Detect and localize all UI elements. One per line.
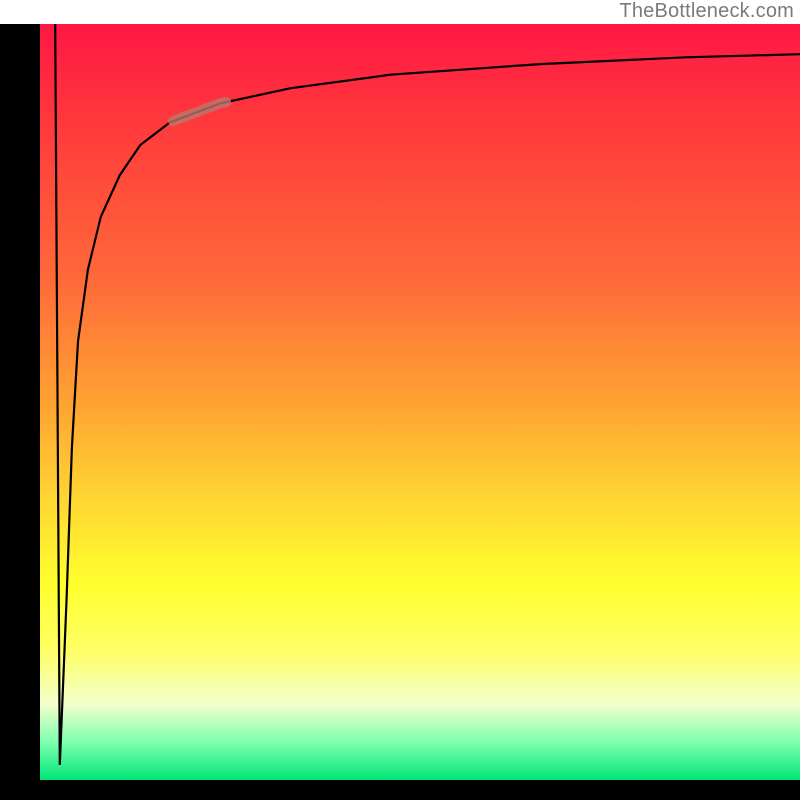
chart-frame: TheBottleneck.com <box>0 0 800 800</box>
attribution-text: TheBottleneck.com <box>619 0 794 23</box>
bottleneck-curve <box>55 24 800 765</box>
axis-left-bar <box>0 24 40 780</box>
axis-bottom-bar <box>0 780 800 800</box>
curve-svg <box>40 24 800 780</box>
plot-area <box>40 24 800 780</box>
hump-segment-icon <box>173 102 226 121</box>
